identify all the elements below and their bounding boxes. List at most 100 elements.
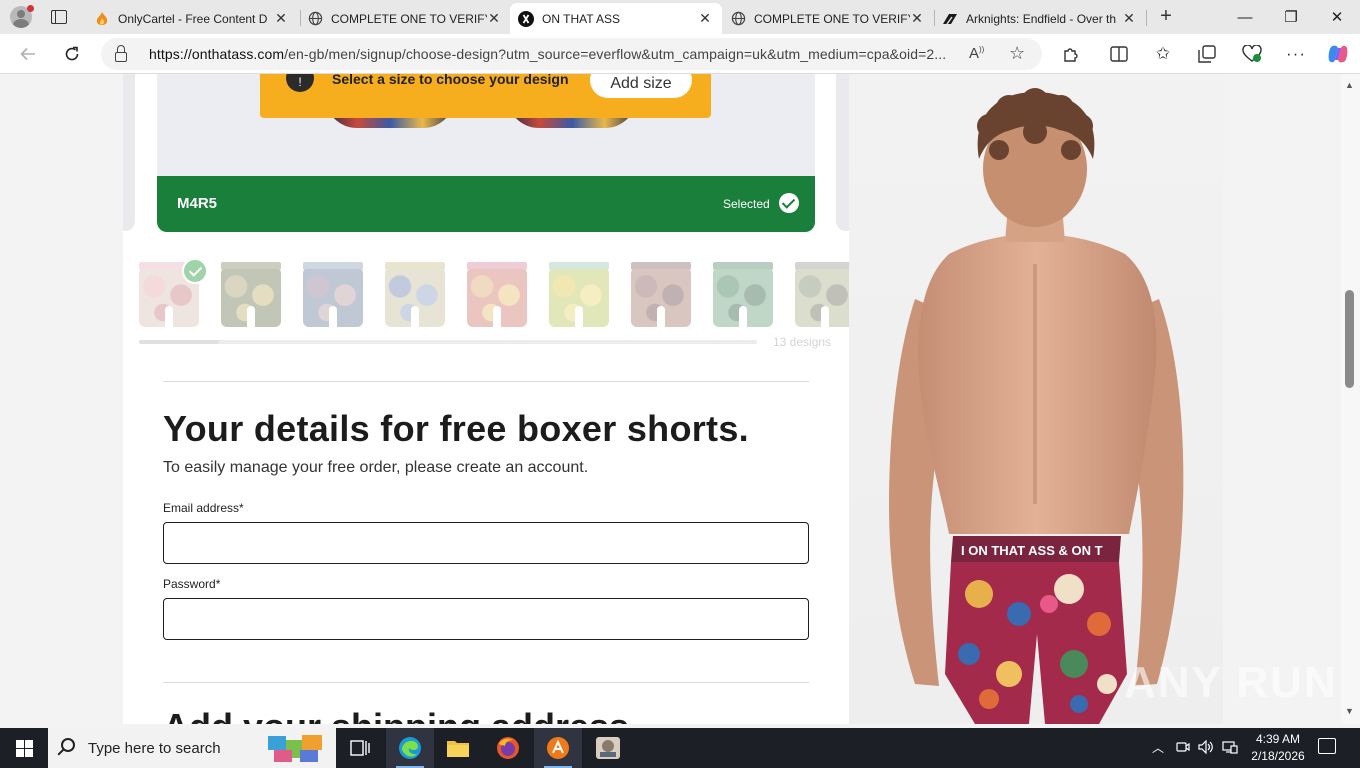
password-label: Password* [163,577,221,591]
page-title: Your details for free boxer shorts. [163,408,749,449]
collections-icon[interactable] [1196,43,1218,65]
meet-now-icon[interactable] [1176,740,1190,757]
carousel-scrollbar[interactable] [139,340,757,344]
show-hidden-icons-icon[interactable]: ︿ [1152,739,1164,756]
email-field[interactable] [163,522,809,564]
avast-icon[interactable] [534,728,582,768]
url-host: https://onthatass.com [149,46,285,62]
windows-taskbar: Type here to search ︿ 4:39 AM 2/18/2026 [0,728,1360,768]
page-viewport: ! Select a size to choose your design Ad… [0,74,1341,724]
tab-actions-icon[interactable] [50,8,68,26]
tab-title: COMPLETE ONE TO VERIFY [754,11,910,26]
flame-favicon-icon [94,11,110,27]
previous-design-card[interactable] [123,74,135,231]
scroll-down-arrow-icon[interactable]: ▼ [1345,706,1354,716]
notification-center-icon[interactable] [1318,738,1336,754]
clock-date: 2/18/2026 [1251,749,1305,763]
url-text: https://onthatass.com/en-gb/men/signup/c… [149,46,959,62]
favorites-icon[interactable]: ✩ [1152,43,1174,65]
selected-check-icon [182,258,208,284]
design-thumbnail[interactable] [627,262,695,328]
globe-favicon-icon [730,11,746,27]
selected-design-card[interactable]: ! Select a size to choose your design Ad… [157,74,815,232]
minimize-button[interactable]: — [1222,0,1268,34]
thumbnail-leg-gap [821,306,829,328]
split-screen-icon[interactable] [1108,43,1130,65]
volume-icon[interactable] [1198,739,1214,757]
copilot-icon[interactable] [1327,43,1349,65]
tab-title: ON THAT ASS [542,11,621,26]
tab-onlycartel[interactable]: OnlyCartel - Free Content D ✕ [86,3,298,34]
globe-favicon-icon [307,11,323,27]
password-field[interactable] [163,598,809,640]
tab-arknights[interactable]: Arknights: Endfield - Over th ✕ [934,3,1146,34]
product-model-photo: I ON THAT ASS & ON T [849,74,1223,724]
close-window-button[interactable]: ✕ [1314,0,1360,34]
size-banner: ! Select a size to choose your design Ad… [260,74,711,118]
taskbar-search[interactable]: Type here to search [48,728,336,768]
email-label: Email address* [163,501,244,515]
close-tab-icon[interactable]: ✕ [487,10,501,27]
network-icon[interactable] [1222,740,1238,757]
info-icon: ! [286,74,314,92]
brand-favicon-icon [518,10,534,27]
selected-design-bar: M4R5 Selected [157,176,815,232]
design-thumbnail[interactable] [545,262,613,328]
file-explorer-icon[interactable] [434,728,482,768]
game-app-icon[interactable] [584,728,632,768]
refresh-icon[interactable] [59,41,85,67]
page-scrollbar[interactable]: ▲ ▼ [1341,74,1360,724]
design-thumbnail[interactable] [463,262,531,328]
design-thumbnail-carousel[interactable] [135,260,849,328]
next-design-card[interactable] [836,74,849,231]
design-code: M4R5 [177,195,218,212]
extensions-puzzle-icon[interactable] [1060,43,1082,65]
design-thumbnail[interactable] [709,262,777,328]
thumbnail-leg-gap [657,306,665,328]
firefox-icon[interactable] [484,728,532,768]
design-thumbnail[interactable] [791,262,849,328]
browser-essentials-icon[interactable] [1241,43,1263,65]
scroll-thumb[interactable] [1345,290,1354,388]
close-tab-icon[interactable]: ✕ [910,10,924,27]
search-placeholder: Type here to search [88,740,221,757]
address-bar[interactable]: https://onthatass.com/en-gb/men/signup/c… [101,38,1042,70]
scroll-up-arrow-icon[interactable]: ▲ [1345,80,1354,90]
edge-taskbar-icon[interactable] [386,728,434,768]
design-thumbnail[interactable] [381,262,449,328]
maximize-button[interactable]: ❐ [1268,0,1314,34]
taskbar-clock[interactable]: 4:39 AM 2/18/2026 [1244,731,1312,765]
lock-icon[interactable] [115,44,127,62]
favorite-star-icon[interactable]: ☆ [1009,43,1025,64]
design-thumbnail[interactable] [217,262,285,328]
browser-toolbar: https://onthatass.com/en-gb/men/signup/c… [0,34,1360,74]
read-aloud-icon[interactable]: A)) [969,45,984,62]
task-view-icon[interactable] [336,728,384,768]
anyrun-watermark: ANY RUN [1124,658,1338,707]
add-size-button[interactable]: Add size [590,74,692,98]
thumbnail-leg-gap [165,306,173,328]
back-arrow-icon[interactable] [15,41,41,67]
start-windows-icon[interactable] [0,728,48,768]
tab-complete-verify-2[interactable]: COMPLETE ONE TO VERIFY ✕ [722,3,934,34]
thumbnail-leg-gap [247,306,255,328]
carousel-scroll-thumb[interactable] [139,340,219,344]
browser-tab-strip: OnlyCartel - Free Content D ✕ COMPLETE O… [0,0,1360,34]
check-circle-icon [779,193,799,213]
new-tab-button[interactable]: + [1155,6,1177,28]
close-tab-icon[interactable]: ✕ [1122,10,1136,27]
settings-more-icon[interactable]: ··· [1285,43,1307,65]
close-tab-icon[interactable]: ✕ [698,10,712,27]
section-divider [163,682,809,683]
waistband-text: I ON THAT ASS & ON T [961,543,1103,558]
clock-time: 4:39 AM [1255,732,1301,746]
tab-complete-verify-1[interactable]: COMPLETE ONE TO VERIFY ✕ [299,3,511,34]
design-thumbnail[interactable] [299,262,367,328]
tab-title: Arknights: Endfield - Over th [966,11,1117,26]
arknights-favicon-icon [942,11,958,27]
close-tab-icon[interactable]: ✕ [274,10,288,27]
thumbnail-leg-gap [575,306,583,328]
tab-title: COMPLETE ONE TO VERIFY [331,11,487,26]
thumbnail-leg-gap [739,306,747,328]
tab-on-that-ass[interactable]: ON THAT ASS ✕ [510,3,722,34]
